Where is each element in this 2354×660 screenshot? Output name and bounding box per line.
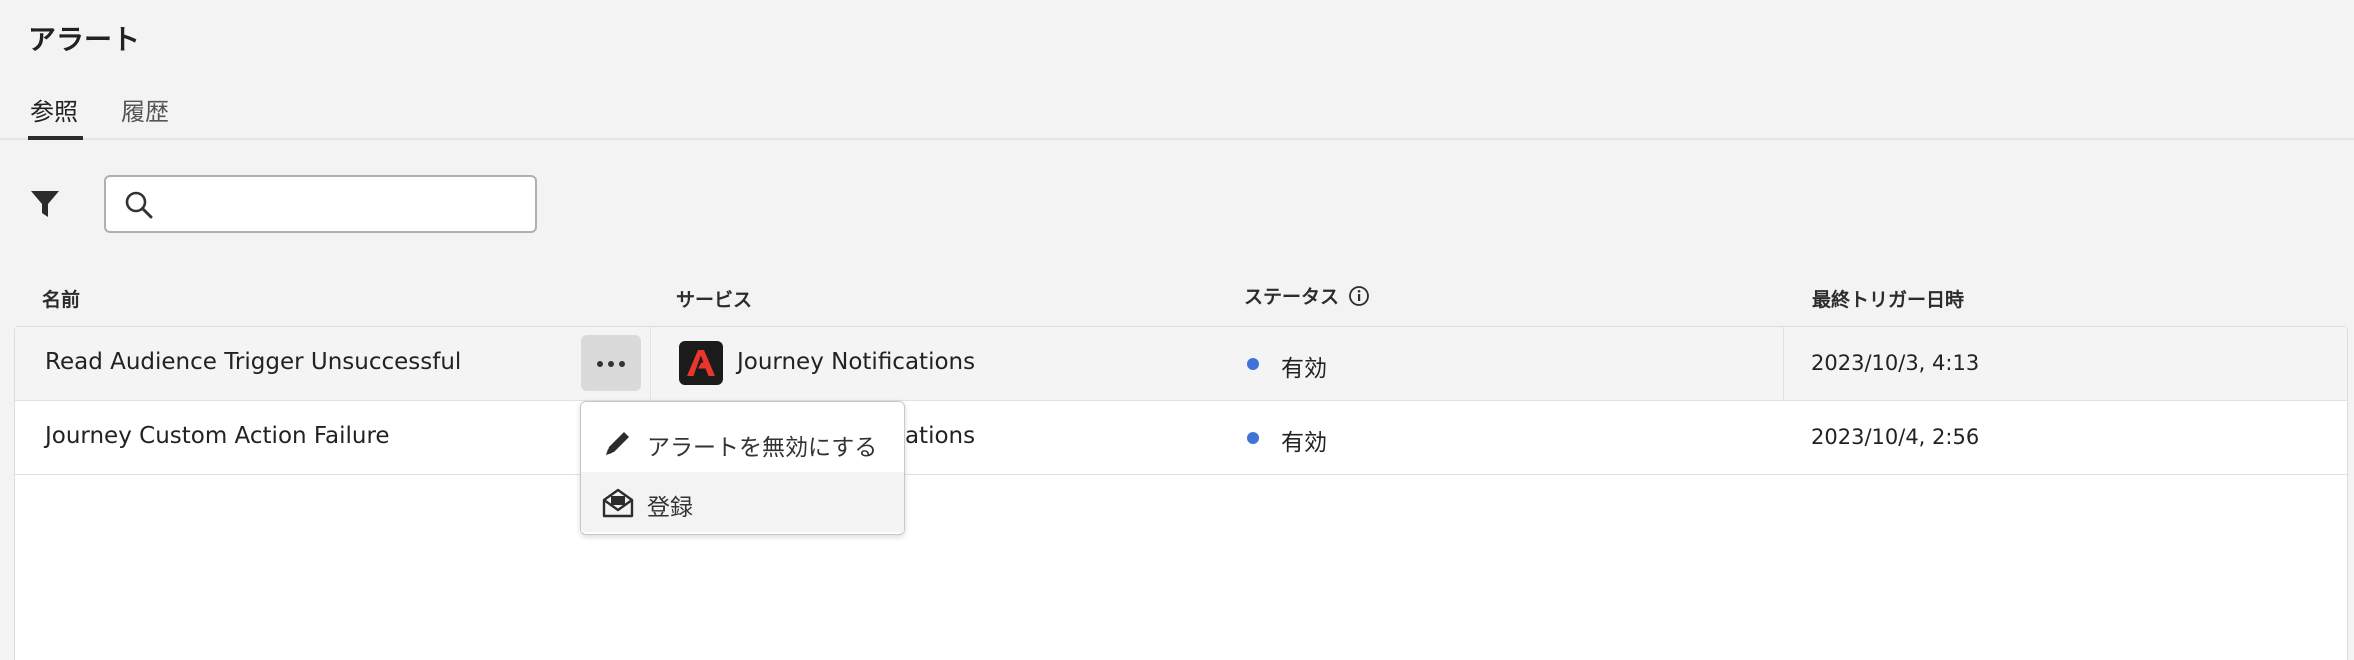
search-input[interactable] [168, 185, 523, 223]
filter-button[interactable] [28, 187, 62, 221]
column-header-last-triggered[interactable]: 最終トリガー日時 [1812, 285, 1964, 312]
table-row[interactable]: Journey Custom Action Failure Journey No… [15, 401, 2347, 475]
column-divider [1783, 327, 1784, 401]
status-text: 有効 [1281, 356, 1327, 382]
menu-item-label: アラートを無効にする [647, 435, 878, 461]
last-triggered-date: 2023/10/4, 2:56 [1811, 425, 1980, 449]
more-icon [597, 361, 625, 367]
column-divider [650, 327, 651, 401]
table-row[interactable]: Read Audience Trigger Unsuccessful Journ… [15, 327, 2347, 401]
menu-item-subscribe[interactable]: 登録 [581, 472, 904, 532]
status-indicator-icon [1247, 358, 1259, 370]
menu-item-label: 登録 [647, 495, 693, 521]
last-triggered-date: 2023/10/3, 4:13 [1811, 351, 1980, 375]
selected-tab-indicator [28, 136, 83, 140]
more-actions-button[interactable] [581, 335, 641, 391]
filter-icon [31, 191, 59, 217]
alert-name[interactable]: Read Audience Trigger Unsuccessful [45, 349, 461, 375]
menu-item-disable-alert[interactable]: アラートを無効にする [581, 412, 904, 472]
search-icon [125, 191, 153, 219]
tab-browse[interactable]: 参照 [30, 92, 78, 139]
info-icon[interactable] [1348, 285, 1370, 307]
adobe-logo-icon [679, 341, 723, 385]
alert-name[interactable]: Journey Custom Action Failure [45, 423, 390, 449]
column-header-status[interactable]: ステータス [1244, 282, 1370, 309]
alerts-table: Read Audience Trigger Unsuccessful Journ… [14, 326, 2348, 660]
status-indicator-icon [1247, 432, 1259, 444]
column-header-name[interactable]: 名前 [42, 285, 80, 312]
search-field[interactable] [104, 175, 537, 233]
envelope-icon [602, 488, 634, 518]
pencil-icon [606, 432, 629, 455]
tab-history[interactable]: 履歴 [121, 92, 169, 139]
tab-list: 参照 履歴 [0, 86, 2354, 140]
service-name: Journey Notifications [737, 349, 976, 375]
page-title: アラート [28, 23, 141, 56]
status-text: 有効 [1281, 430, 1327, 456]
column-header-service[interactable]: サービス [676, 285, 752, 312]
row-actions-menu: アラートを無効にする 登録 [580, 401, 905, 535]
column-header-status-label: ステータス [1244, 286, 1340, 308]
